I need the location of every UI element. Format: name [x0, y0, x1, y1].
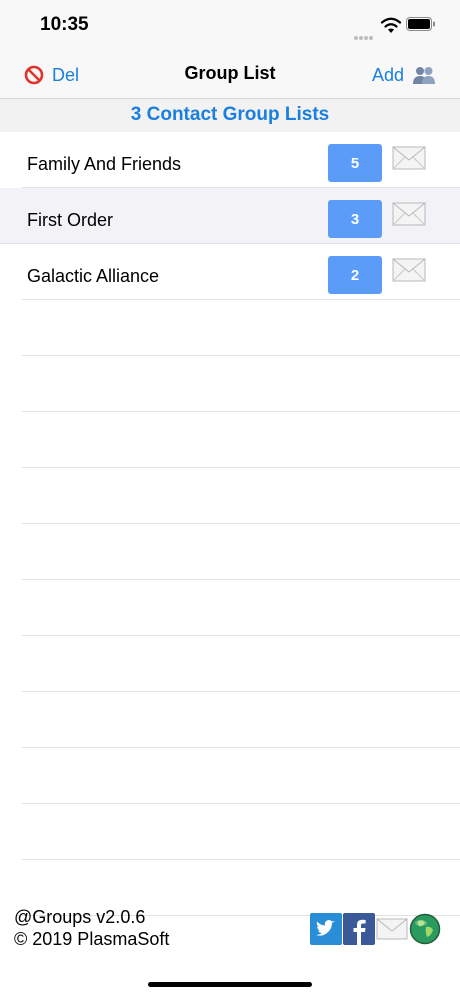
add-label: Add [371, 64, 404, 85]
group-row-galactic-alliance[interactable]: Galactic Alliance 2 [22, 244, 460, 300]
member-count-badge[interactable]: 5 [328, 144, 382, 182]
group-count-header: 3 Contact Group Lists [0, 99, 460, 132]
battery-icon [406, 17, 435, 31]
empty-row [22, 748, 460, 804]
social-links [310, 913, 442, 945]
envelope-icon[interactable] [392, 146, 426, 170]
empty-row [22, 468, 460, 524]
empty-row [22, 412, 460, 468]
status-time: 10:35 [40, 14, 89, 35]
group-count-title: 3 Contact Group Lists [130, 104, 330, 125]
add-group-button[interactable]: Add [372, 63, 436, 87]
navigation-bar: Del Group List Add [0, 50, 460, 99]
envelope-icon[interactable] [376, 913, 408, 945]
group-row-family-and-friends[interactable]: Family And Friends 5 [22, 132, 460, 188]
empty-row [22, 524, 460, 580]
prohibited-icon [24, 65, 44, 85]
empty-row [22, 692, 460, 748]
empty-row [22, 580, 460, 636]
envelope-icon[interactable] [392, 202, 426, 226]
delete-label: Del [52, 64, 80, 85]
group-name: Galactic Alliance [27, 266, 160, 286]
group-name: Family And Friends [27, 154, 182, 174]
empty-row [22, 636, 460, 692]
facebook-icon[interactable] [343, 913, 375, 945]
wifi-icon [380, 17, 402, 33]
empty-row [22, 356, 460, 412]
app-version: @Groups v2.0.6 [14, 907, 146, 927]
group-row-first-order[interactable]: First Order 3 [0, 188, 460, 244]
delete-button[interactable]: Del [24, 63, 79, 87]
globe-icon[interactable] [409, 913, 441, 945]
people-icon [413, 67, 435, 84]
envelope-icon[interactable] [392, 258, 426, 282]
group-list: Family And Friends 5 First Order 3 Galac… [0, 132, 460, 916]
cellular-signal-icon [354, 27, 374, 45]
copyright: © 2019 PlasmaSoft [14, 929, 170, 949]
member-count-badge[interactable]: 3 [328, 200, 382, 238]
member-count-badge[interactable]: 2 [328, 256, 382, 294]
home-indicator [148, 982, 312, 987]
app-info: @Groups v2.0.6 © 2019 PlasmaSoft [14, 906, 169, 950]
empty-row [22, 804, 460, 860]
status-bar: 10:35 [0, 0, 460, 50]
group-name: First Order [27, 210, 114, 230]
twitter-icon[interactable] [310, 913, 342, 945]
empty-row [22, 300, 460, 356]
